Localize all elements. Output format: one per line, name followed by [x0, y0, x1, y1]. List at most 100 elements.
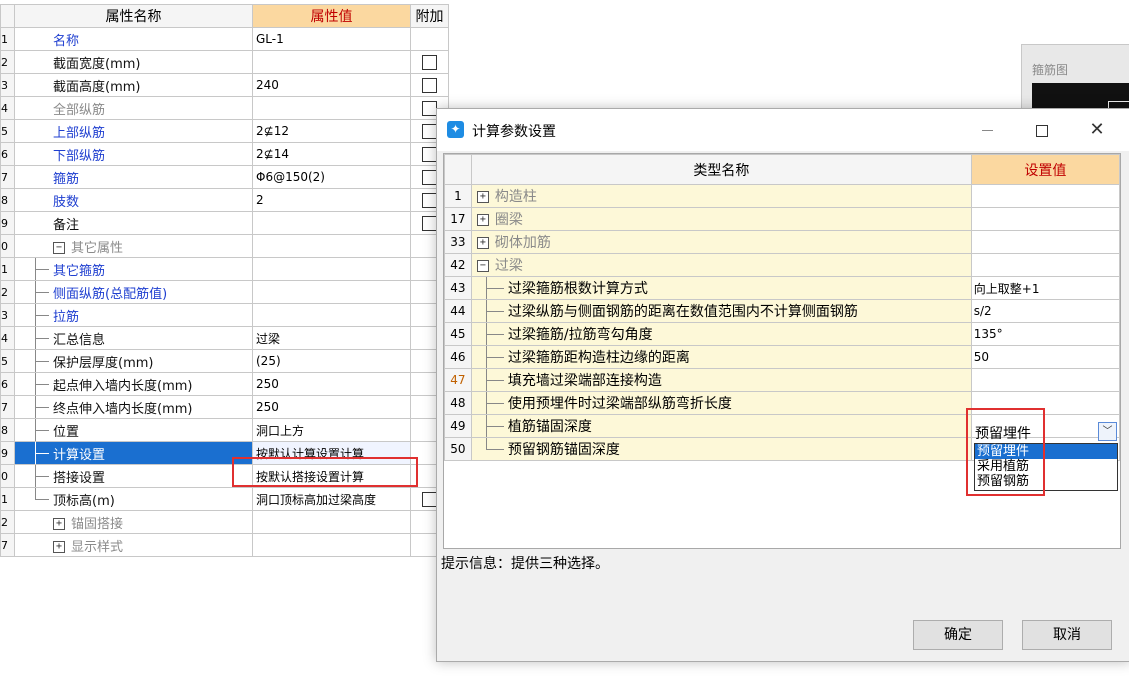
property-value-cell[interactable] [252, 234, 411, 258]
property-name-cell[interactable]: 名称 [14, 27, 253, 51]
property-row[interactable]: 5 保护层厚度(mm) (25) [0, 349, 449, 373]
param-row[interactable]: 45 过梁箍筋/拉筋弯勾角度 135° [444, 322, 1121, 346]
close-button[interactable]: ✕ [1077, 117, 1117, 143]
ok-button[interactable]: 确定 [913, 620, 1003, 650]
param-value-cell[interactable] [970, 230, 1121, 254]
property-value-cell[interactable]: 洞口顶标高加过梁高度 [252, 487, 411, 511]
property-row[interactable]: 7 + 显示样式 [0, 533, 449, 557]
property-row[interactable]: 2 截面宽度(mm) [0, 50, 449, 74]
property-row[interactable]: 2 + 锚固搭接 [0, 510, 449, 534]
expand-icon[interactable]: + [476, 191, 489, 203]
dropdown-option[interactable]: 采用植筋 [975, 459, 1117, 474]
property-row[interactable]: 2 侧面纵筋(总配筋值) [0, 280, 449, 304]
property-value-cell[interactable]: 250 [252, 395, 411, 419]
property-row[interactable]: 6 起点伸入墙内长度(mm) 250 [0, 372, 449, 396]
property-row[interactable]: 8 位置 洞口上方 [0, 418, 449, 442]
property-name-cell[interactable]: 计算设置 [14, 441, 253, 465]
collapse-icon[interactable]: − [53, 242, 65, 254]
collapse-icon[interactable]: − [476, 260, 489, 272]
param-type-cell[interactable]: 过梁箍筋距构造柱边缘的距离 [470, 345, 972, 369]
property-value-cell[interactable] [252, 257, 411, 281]
property-name-cell[interactable]: 全部纵筋 [14, 96, 253, 120]
property-value-cell[interactable] [252, 96, 411, 120]
property-name-cell[interactable]: 搭接设置 [14, 464, 253, 488]
param-value-cell[interactable] [970, 184, 1121, 208]
property-value-cell[interactable] [252, 50, 411, 74]
param-value-cell[interactable]: 135° [970, 322, 1121, 346]
property-value-cell[interactable]: 按默认搭接设置计算 [252, 464, 411, 488]
property-name-cell[interactable]: + 显示样式 [14, 533, 253, 557]
property-row[interactable]: 9 备注 [0, 211, 449, 235]
param-type-cell[interactable]: 过梁箍筋根数计算方式 [470, 276, 972, 300]
param-type-cell[interactable]: 使用预埋件时过梁端部纵筋弯折长度 [470, 391, 972, 415]
property-name-cell[interactable]: 下部纵筋 [14, 142, 253, 166]
property-row[interactable]: 4 全部纵筋 [0, 96, 449, 120]
property-row[interactable]: 3 截面高度(mm) 240 [0, 73, 449, 97]
extra-checkbox[interactable] [422, 77, 437, 93]
property-name-cell[interactable]: 拉筋 [14, 303, 253, 327]
expand-icon[interactable]: + [476, 237, 489, 249]
extra-checkbox[interactable] [422, 169, 437, 185]
property-row[interactable]: 6 下部纵筋 2⊈14 [0, 142, 449, 166]
param-row[interactable]: 48 使用预埋件时过梁端部纵筋弯折长度 [444, 391, 1121, 415]
property-row[interactable]: 3 拉筋 [0, 303, 449, 327]
param-value-cell[interactable]: 50 [970, 345, 1121, 369]
param-row[interactable]: 44 过梁纵筋与侧面钢筋的距离在数值范围内不计算侧面钢筋 s/2 [444, 299, 1121, 323]
extra-checkbox[interactable] [422, 491, 437, 507]
dialog-titlebar[interactable]: ✦ 计算参数设置 ✕ [437, 109, 1129, 151]
property-name-cell[interactable]: 其它箍筋 [14, 257, 253, 281]
extra-checkbox[interactable] [422, 54, 437, 70]
param-row[interactable]: 42− 过梁 [444, 253, 1121, 277]
property-value-cell[interactable]: (25) [252, 349, 411, 373]
property-name-cell[interactable]: 保护层厚度(mm) [14, 349, 253, 373]
property-value-cell[interactable] [252, 303, 411, 327]
param-value-cell[interactable] [970, 207, 1121, 231]
expand-icon[interactable]: + [53, 518, 65, 530]
dropdown-option[interactable]: 预留埋件 [975, 444, 1117, 459]
property-name-cell[interactable]: 位置 [14, 418, 253, 442]
property-name-cell[interactable]: 备注 [14, 211, 253, 235]
dropdown-option[interactable]: 预留钢筋 [975, 474, 1117, 489]
extra-checkbox[interactable] [422, 215, 437, 231]
property-row[interactable]: 7 终点伸入墙内长度(mm) 250 [0, 395, 449, 419]
param-row[interactable]: 1 + 构造柱 [444, 184, 1121, 208]
property-value-cell[interactable] [252, 211, 411, 235]
property-value-cell[interactable]: 2 [252, 188, 411, 212]
property-value-cell[interactable]: 2⊈14 [252, 142, 411, 166]
property-name-cell[interactable]: 侧面纵筋(总配筋值) [14, 280, 253, 304]
maximize-button[interactable] [1022, 117, 1062, 143]
property-name-cell[interactable]: 终点伸入墙内长度(mm) [14, 395, 253, 419]
param-type-cell[interactable]: 过梁箍筋/拉筋弯勾角度 [470, 322, 972, 346]
extra-checkbox[interactable] [422, 123, 437, 139]
property-name-cell[interactable]: 箍筋 [14, 165, 253, 189]
param-value-cell[interactable] [970, 368, 1121, 392]
property-row[interactable]: 1 顶标高(m) 洞口顶标高加过梁高度 [0, 487, 449, 511]
property-value-cell[interactable] [252, 280, 411, 304]
param-type-cell[interactable]: − 过梁 [470, 253, 972, 277]
param-value-cell[interactable] [970, 253, 1121, 277]
param-row[interactable]: 43 过梁箍筋根数计算方式 向上取整+1 [444, 276, 1121, 300]
param-type-cell[interactable]: 预留钢筋锚固深度 [470, 437, 972, 461]
param-value-cell[interactable] [970, 391, 1121, 415]
property-value-cell[interactable]: 过梁 [252, 326, 411, 350]
extra-checkbox[interactable] [422, 192, 437, 208]
property-name-cell[interactable]: 上部纵筋 [14, 119, 253, 143]
property-name-cell[interactable]: 汇总信息 [14, 326, 253, 350]
expand-icon[interactable]: + [53, 541, 65, 553]
end-connection-select[interactable]: 预留埋件 ﹀ [973, 421, 1118, 443]
property-name-cell[interactable]: − 其它属性 [14, 234, 253, 258]
property-value-cell[interactable] [252, 533, 411, 557]
param-row[interactable]: 17 + 圈梁 [444, 207, 1121, 231]
property-row[interactable]: 1 其它箍筋 [0, 257, 449, 281]
property-row[interactable]: 8 肢数 2 [0, 188, 449, 212]
property-name-cell[interactable]: 肢数 [14, 188, 253, 212]
minimize-button[interactable] [967, 117, 1007, 143]
param-type-cell[interactable]: 填充墙过梁端部连接构造 [470, 368, 972, 392]
property-row[interactable]: 0 搭接设置 按默认搭接设置计算 [0, 464, 449, 488]
property-value-cell[interactable]: 按默认计算设置计算 [252, 441, 411, 465]
property-value-cell[interactable]: 洞口上方 [252, 418, 411, 442]
extra-checkbox[interactable] [422, 100, 437, 116]
property-value-cell[interactable]: GL-1 [252, 27, 411, 51]
property-name-cell[interactable]: 顶标高(m) [14, 487, 253, 511]
cancel-button[interactable]: 取消 [1022, 620, 1112, 650]
